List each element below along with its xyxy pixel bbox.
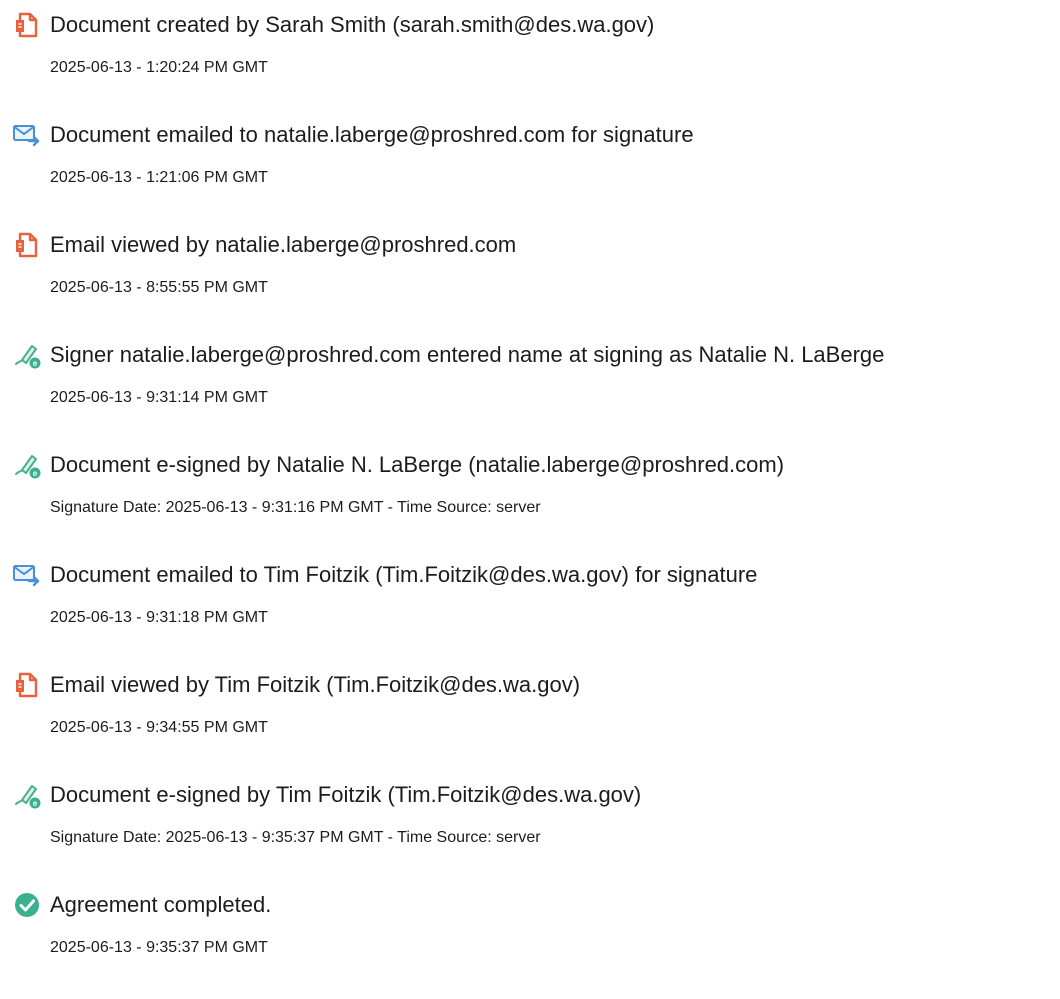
history-event: e Document e-signed by Tim Foitzik (Tim.… [0,770,1060,860]
document-icon [12,230,42,260]
event-timestamp: 2025-06-13 - 9:31:14 PM GMT [50,389,268,406]
event-title: Email viewed by Tim Foitzik (Tim.Foitzik… [50,672,581,697]
history-event: Document emailed to natalie.laberge@pros… [0,110,1060,200]
event-title: Signer natalie.laberge@proshred.com ente… [50,342,885,367]
document-icon [12,10,42,40]
event-timestamp: 2025-06-13 - 9:34:55 PM GMT [50,719,268,736]
check-circle-icon [12,890,42,920]
email-sent-icon [12,120,42,150]
email-sent-icon [12,560,42,590]
signature-icon: e [12,780,42,810]
history-event: Email viewed by natalie.laberge@proshred… [0,220,1060,310]
event-timestamp: 2025-06-13 - 8:55:55 PM GMT [50,279,268,296]
event-title: Email viewed by natalie.laberge@proshred… [50,232,517,257]
event-title: Document e-signed by Natalie N. LaBerge … [50,452,785,477]
event-title: Document emailed to Tim Foitzik (Tim.Foi… [50,562,758,587]
event-title: Document emailed to natalie.laberge@pros… [50,122,694,147]
svg-text:e: e [33,469,38,478]
history-event: Document created by Sarah Smith (sarah.s… [0,0,1060,90]
signature-icon: e [12,450,42,480]
event-timestamp: 2025-06-13 - 1:21:06 PM GMT [50,169,268,186]
signature-icon: e [12,340,42,370]
event-title: Document e-signed by Tim Foitzik (Tim.Fo… [50,782,642,807]
event-title: Document created by Sarah Smith (sarah.s… [50,12,655,37]
event-timestamp: Signature Date: 2025-06-13 - 9:31:16 PM … [50,499,541,516]
event-timestamp: 2025-06-13 - 9:31:18 PM GMT [50,609,268,626]
history-event: e Document e-signed by Natalie N. LaBerg… [0,440,1060,530]
document-icon [12,670,42,700]
event-timestamp: Signature Date: 2025-06-13 - 9:35:37 PM … [50,829,541,846]
svg-text:e: e [33,359,38,368]
history-event: e Signer natalie.laberge@proshred.com en… [0,330,1060,420]
history-event: Email viewed by Tim Foitzik (Tim.Foitzik… [0,660,1060,750]
svg-text:e: e [33,799,38,808]
history-event: Document emailed to Tim Foitzik (Tim.Foi… [0,550,1060,640]
event-timestamp: 2025-06-13 - 1:20:24 PM GMT [50,59,268,76]
history-event: Agreement completed. 2025-06-13 - 9:35:3… [0,880,1060,970]
event-timestamp: 2025-06-13 - 9:35:37 PM GMT [50,939,268,956]
event-title: Agreement completed. [50,892,272,917]
